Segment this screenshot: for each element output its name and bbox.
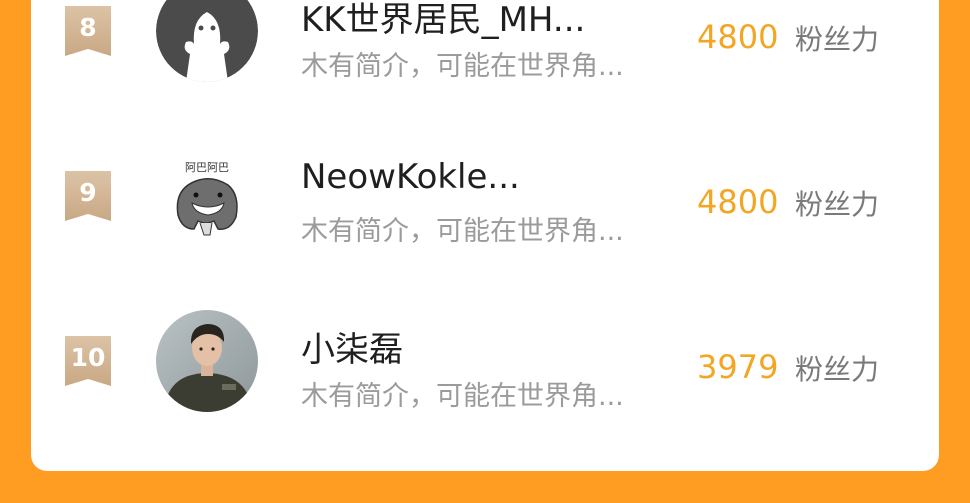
leaderboard-row-8[interactable]: 8 KK世界居民_MH... 木有简介，可能在世界角... 4800 粉丝力 (31, 0, 939, 100)
fan-score-unit: 粉丝力 (795, 353, 880, 386)
fan-score: 4800 (697, 18, 779, 56)
default-person-avatar-icon[interactable] (156, 0, 258, 82)
rank-badge: 8 (65, 6, 111, 56)
leaderboard-row-9[interactable]: 9 阿巴阿巴 NeowKokle... 木有简介，可能在世界角... 4800 … (31, 135, 939, 265)
fan-score-unit: 粉丝力 (795, 188, 880, 221)
fan-score-unit: 粉丝力 (795, 23, 880, 56)
user-bio: 木有简介，可能在世界角... (301, 216, 624, 247)
leaderboard-card: 8 KK世界居民_MH... 木有简介，可能在世界角... 4800 粉丝力 9… (31, 0, 939, 471)
fan-score: 3979 (697, 348, 779, 386)
photo-avatar-icon[interactable] (156, 310, 258, 412)
user-name: 小柒磊 (301, 330, 403, 370)
leaderboard-row-10[interactable]: 10 小柒磊 木有简介，可能在世界角... 3979 粉丝力 (31, 300, 939, 430)
user-name: NeowKokle... (301, 157, 520, 197)
user-bio: 木有简介，可能在世界角... (301, 381, 624, 412)
user-bio: 木有简介，可能在世界角... (301, 51, 624, 82)
cartoon-shark-avatar-icon[interactable]: 阿巴阿巴 (156, 145, 258, 247)
fan-score: 4800 (697, 183, 779, 221)
rank-badge: 10 (65, 336, 111, 386)
avatar-caption: 阿巴阿巴 (185, 161, 229, 174)
user-name: KK世界居民_MH... (301, 0, 586, 40)
rank-badge: 9 (65, 171, 111, 221)
